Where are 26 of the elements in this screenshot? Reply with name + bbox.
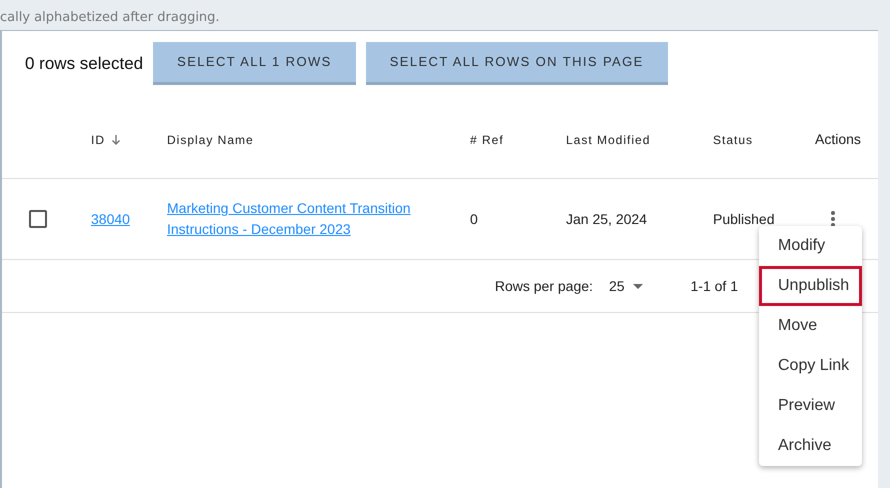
- menu-item[interactable]: Preview: [759, 386, 862, 426]
- menu-item[interactable]: Archive: [759, 426, 862, 466]
- table-cell-text: Jan 25, 2024: [566, 210, 647, 228]
- page-range: 1-1 of 1: [690, 276, 738, 296]
- menu-item[interactable]: Move: [759, 306, 862, 346]
- menu-item[interactable]: Copy Link: [759, 346, 862, 386]
- rows-per-page-select[interactable]: 25: [608, 276, 643, 296]
- column-header[interactable]: Actions: [815, 129, 861, 150]
- sort-arrow-icon: [111, 134, 121, 146]
- column-header[interactable]: Status: [713, 130, 754, 148]
- checkbox[interactable]: [29, 210, 47, 228]
- column-header[interactable]: # Ref: [470, 130, 504, 148]
- column-header[interactable]: ID: [91, 130, 105, 148]
- hint-text: cally alphabetized after dragging.: [0, 9, 221, 27]
- selection-count: 0 rows selected: [25, 52, 144, 75]
- menu-item[interactable]: Modify: [759, 226, 862, 266]
- column-header[interactable]: Last Modified: [566, 130, 650, 148]
- menu-item[interactable]: Unpublish: [759, 266, 862, 306]
- caret-icon[interactable]: [632, 284, 643, 288]
- rows-per-page-label: Rows per page:: [494, 276, 593, 296]
- more-options-icon[interactable]: [830, 210, 836, 228]
- select-button[interactable]: SELECT ALL 1 ROWS: [153, 42, 356, 85]
- table-cell-text: Published: [713, 210, 774, 228]
- column-header[interactable]: Display Name: [167, 130, 254, 148]
- select-button[interactable]: SELECT ALL ROWS ON THIS PAGE: [366, 42, 668, 85]
- table-cell-text: 0: [470, 210, 478, 228]
